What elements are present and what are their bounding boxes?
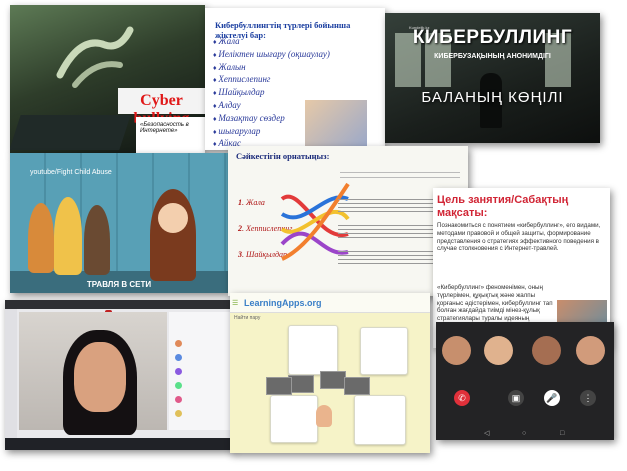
video-conference-screenshot — [5, 300, 233, 450]
keyboard-shape — [10, 115, 131, 150]
home-icon[interactable]: ○ — [522, 430, 526, 437]
image-tile[interactable] — [266, 377, 292, 395]
match-label: 1. Жала — [238, 198, 265, 207]
mute-button[interactable]: 🎤 — [544, 390, 560, 406]
windows-taskbar — [5, 438, 233, 450]
phone-video-call-screenshot: ✆ ▣ 🎤 ⋮ ◁ ○ □ — [436, 322, 614, 440]
list-item: Шайқылдар — [213, 87, 330, 100]
list-item: Жала — [213, 36, 330, 49]
instruction-text — [340, 168, 460, 178]
answer-card[interactable] — [360, 327, 408, 375]
window-titlebar — [5, 300, 233, 309]
avatar[interactable] — [175, 410, 182, 417]
list-item: Жалын — [213, 62, 330, 75]
participant-tile[interactable] — [576, 336, 605, 365]
poster-subheading: КИБЕРБУЗАҚЫНЫҢ АНОНИМДІГІ — [434, 53, 551, 60]
learningapps-screenshot: ☰ LearningApps.org Найти пару — [230, 293, 430, 453]
avatar[interactable] — [175, 368, 182, 375]
answer-card[interactable] — [288, 325, 338, 375]
hands-icon — [56, 26, 134, 88]
cartoon-video-slide: youtube/Fight Child Abuse ТРАВЛЯ В СЕТИ — [10, 153, 228, 293]
main-video-feed — [19, 312, 167, 435]
answer-card[interactable] — [270, 395, 318, 443]
more-options-button[interactable]: ⋮ — [580, 390, 596, 406]
goal-paragraph-ru: Познакомиться с понятием «кибербуллинг»,… — [437, 222, 601, 253]
matching-title: Сәйкестігін орнатыңыз: — [236, 151, 330, 161]
participant-tile[interactable] — [484, 336, 513, 365]
video-caption: ТРАВЛЯ В СЕТИ — [86, 280, 152, 289]
avatar[interactable] — [175, 340, 182, 347]
poster-bottom-text: БАЛАНЫҢ КӨҢІЛІ — [421, 89, 564, 106]
image-tile[interactable] — [320, 371, 346, 389]
learningapps-header: ☰ LearningApps.org — [230, 293, 430, 313]
list-item: Иеліктен шығару (оқшаулау) — [213, 49, 330, 62]
avatar[interactable] — [175, 354, 182, 361]
cyberbullying-types-slide: Кибербуллингтің түрлері бойынша жіктелуі… — [205, 8, 385, 150]
participant-tile[interactable] — [442, 336, 471, 365]
pointing-hand-icon — [316, 405, 332, 427]
answer-card[interactable] — [354, 395, 406, 445]
camera-toggle-button[interactable]: ▣ — [508, 390, 524, 406]
cyber-bullying-label-box: Cyber bullying — [118, 88, 205, 127]
subtitle-box: «Безопасность в Интернете» — [136, 117, 205, 153]
image-tile[interactable] — [344, 377, 370, 395]
video-credit: youtube/Fight Child Abuse — [30, 169, 112, 176]
cyber-bullying-slide: Cyber bullying «Безопасность в Интернете… — [10, 5, 205, 153]
cartoon-kid — [28, 203, 54, 273]
left-toolbar — [5, 309, 17, 438]
recents-icon[interactable]: □ — [560, 430, 564, 437]
list-item: Хеппислепинг — [213, 74, 330, 87]
teens-with-phones-photo — [305, 100, 367, 148]
kiberbulling-poster-slide: Kundelik.kz КИБЕРБУЛЛИНГ КИБЕРБУЗАҚЫНЫҢ … — [385, 13, 600, 143]
avatar[interactable] — [175, 382, 182, 389]
end-call-button[interactable]: ✆ — [454, 390, 470, 406]
learningapps-logo[interactable]: LearningApps.org — [244, 298, 322, 308]
participant-tile[interactable] — [532, 336, 561, 365]
avatar[interactable] — [175, 396, 182, 403]
internet-safety-subtitle: «Безопасность в Интернете» — [140, 122, 189, 134]
matching-exercise-slide: Сәйкестігін орнатыңыз: 1. Жала 2. Хеппис… — [228, 146, 468, 296]
cartoon-kid — [84, 205, 110, 275]
goal-title: Цель занятия/Сабақтың мақсаты: — [437, 194, 569, 219]
back-icon[interactable]: ◁ — [484, 429, 489, 437]
poster-heading: КИБЕРБУЛЛИНГ — [412, 27, 573, 48]
cartoon-face — [158, 203, 188, 233]
participant-face — [74, 342, 126, 412]
exercise-subtitle: Найти пару — [234, 315, 261, 321]
menu-icon[interactable]: ☰ — [232, 299, 238, 307]
cartoon-kid — [54, 197, 82, 275]
